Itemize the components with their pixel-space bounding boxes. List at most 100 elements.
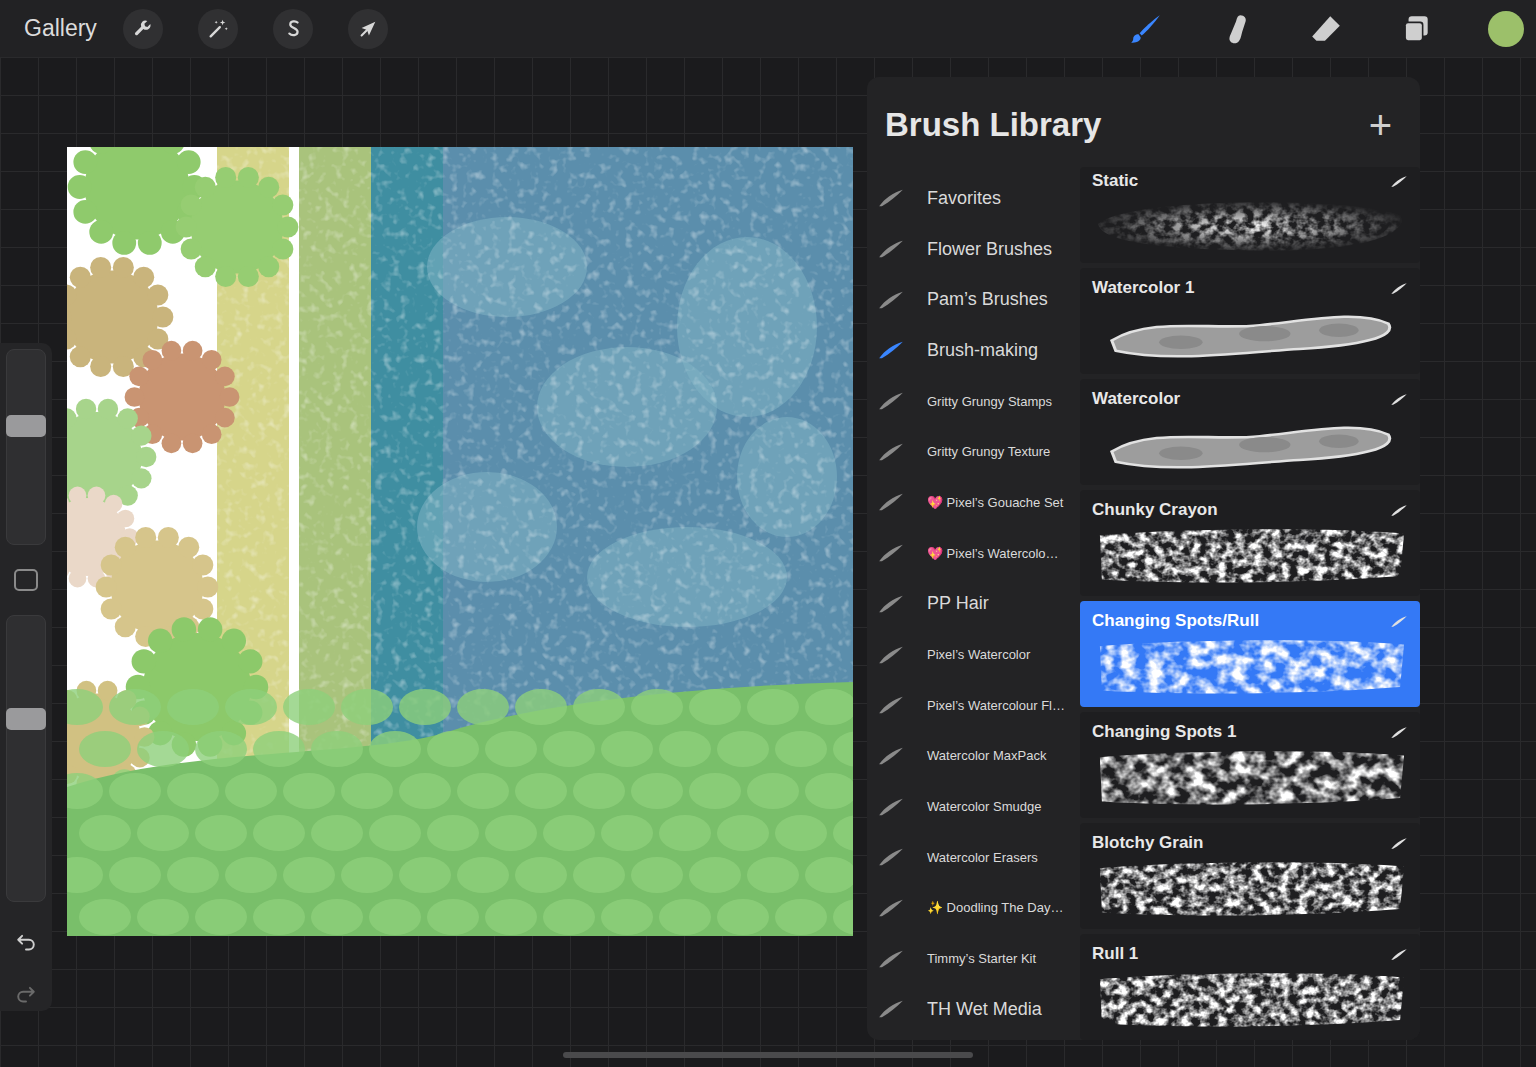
brush-set-icon: [877, 898, 905, 918]
leaf-blob: [747, 689, 799, 725]
brush-set-item[interactable]: Gritty Grungy Stamps: [875, 376, 1080, 427]
canvas[interactable]: [67, 147, 853, 936]
brush-card[interactable]: Changing Spots/Rull: [1080, 601, 1420, 707]
leaf-blob: [689, 689, 741, 725]
leaf-blob: [137, 815, 189, 851]
brush-card[interactable]: Static: [1080, 167, 1420, 263]
brush-card[interactable]: Watercolor: [1080, 379, 1420, 485]
wand-button[interactable]: [198, 9, 238, 49]
brush-set-item[interactable]: 💖 Pixel’s Gouache Set: [875, 477, 1080, 528]
brush-set-item[interactable]: ✨ Doodling The Day…: [875, 883, 1080, 934]
brush-set-item[interactable]: Favorites: [875, 173, 1080, 224]
library-title: Brush Library: [885, 106, 1101, 144]
wrench-button[interactable]: [123, 9, 163, 49]
brush-set-label: Flower Brushes: [927, 239, 1052, 260]
brush-set-icon: [877, 645, 905, 665]
brush-icon: [1390, 837, 1408, 850]
leaf-blob: [283, 689, 335, 725]
splat-stamp: [176, 167, 299, 287]
brush-set-icon: [877, 239, 905, 259]
transform-button[interactable]: [348, 9, 388, 49]
brush-set-item[interactable]: Pixel’s Watercolour Fl…: [875, 680, 1080, 731]
leaf-blob: [341, 857, 393, 893]
color-swatch[interactable]: [1488, 11, 1524, 47]
leaf-blob: [805, 773, 853, 809]
splat-stamp: [125, 341, 240, 453]
brush-set-icon: [877, 949, 905, 969]
brush-set-label: Pixel’s Watercolor: [927, 647, 1030, 662]
splat-stamp: [67, 399, 156, 515]
leaf-blob: [167, 773, 219, 809]
leaf-blob: [573, 773, 625, 809]
undo-icon[interactable]: [13, 930, 39, 953]
leaf-blob: [67, 689, 103, 725]
selection-button[interactable]: [273, 9, 313, 49]
brush-card[interactable]: Changing Spots 1: [1080, 712, 1420, 818]
brush-name: Rull 1: [1092, 944, 1138, 964]
brush-card[interactable]: Rull 1: [1080, 934, 1420, 1040]
opacity-slider[interactable]: [6, 615, 46, 902]
brush-card[interactable]: Chunky Crayon: [1080, 490, 1420, 596]
brush-set-icon: [877, 847, 905, 867]
brush-set-item[interactable]: Watercolor MaxPack: [875, 731, 1080, 782]
layers-tool[interactable]: [1398, 11, 1434, 47]
brush-icon: [1129, 12, 1163, 46]
redo-icon[interactable]: [13, 982, 39, 1005]
brush-icon: [1390, 175, 1408, 188]
brush-set-item[interactable]: Gritty Grungy Texture: [875, 426, 1080, 477]
gallery-button[interactable]: Gallery: [24, 15, 97, 42]
leaf-blob: [109, 857, 161, 893]
brush-set-label: Watercolor Erasers: [927, 850, 1038, 865]
brush-card-header: Chunky Crayon: [1092, 500, 1408, 520]
brush-set-icon: [877, 999, 905, 1019]
wrench-icon: [132, 18, 154, 40]
brush-set-item[interactable]: Flower Brushes: [875, 224, 1080, 275]
leaf-blob: [399, 773, 451, 809]
brush-set-icon: [877, 188, 905, 208]
brush-set-item[interactable]: Pixel’s Watercolor: [875, 629, 1080, 680]
slider-thumb[interactable]: [6, 415, 46, 437]
brush-icon: [1390, 504, 1408, 517]
brush-card[interactable]: Blotchy Grain: [1080, 823, 1420, 929]
leaf-blob: [137, 899, 189, 935]
leaf-blob: [515, 689, 567, 725]
leaf-blob: [225, 773, 277, 809]
leaf-blob: [253, 899, 305, 935]
brush-set-label: ✨ Doodling The Day…: [927, 900, 1063, 915]
brush-size-slider[interactable]: [6, 349, 46, 545]
brush-set-item[interactable]: PP Hair: [875, 579, 1080, 630]
left-sidebar: [0, 343, 52, 1011]
brush-set-item[interactable]: 💖 Pixel’s Watercolo…: [875, 528, 1080, 579]
leaf-blob: [311, 815, 363, 851]
smudge-tool[interactable]: [1218, 11, 1254, 47]
top-toolbar: Gallery: [0, 0, 1536, 57]
brush-set-item[interactable]: TH Wet Media: [875, 984, 1080, 1035]
brush-library-panel: Brush Library + Favorites Flower Brushes Pam…: [867, 77, 1420, 1040]
brush-tool[interactable]: [1128, 11, 1164, 47]
layers-icon: [1399, 12, 1433, 46]
brush-set-item[interactable]: Watercolor Smudge: [875, 781, 1080, 832]
brush-set-icon: [877, 492, 905, 512]
brush-set-label: Brush-making: [927, 340, 1038, 361]
brush-set-label: Timmy’s Starter Kit: [927, 951, 1036, 966]
brush-set-item[interactable]: Watercolor Erasers: [875, 832, 1080, 883]
brush-icon: [1390, 393, 1408, 406]
brush-set-item[interactable]: Pam’s Brushes: [875, 274, 1080, 325]
modify-button[interactable]: [14, 569, 38, 591]
artwork: [67, 147, 853, 936]
leaf-blob: [341, 773, 393, 809]
brush-set-item[interactable]: Timmy’s Starter Kit: [875, 933, 1080, 984]
leaf-blob: [67, 857, 103, 893]
brush-card[interactable]: Watercolor 1: [1080, 268, 1420, 374]
leaf-blob: [195, 731, 247, 767]
leaf-blob: [689, 773, 741, 809]
leaf-blob: [427, 815, 479, 851]
leaf-blob: [399, 857, 451, 893]
leaf-blob: [659, 815, 711, 851]
slider-thumb[interactable]: [6, 708, 46, 730]
brush-set-item[interactable]: Brush-making: [875, 325, 1080, 376]
leaf-blob: [601, 731, 653, 767]
add-brush-set-button[interactable]: +: [1369, 105, 1392, 145]
eraser-tool[interactable]: [1308, 11, 1344, 47]
leaf-blob: [195, 899, 247, 935]
